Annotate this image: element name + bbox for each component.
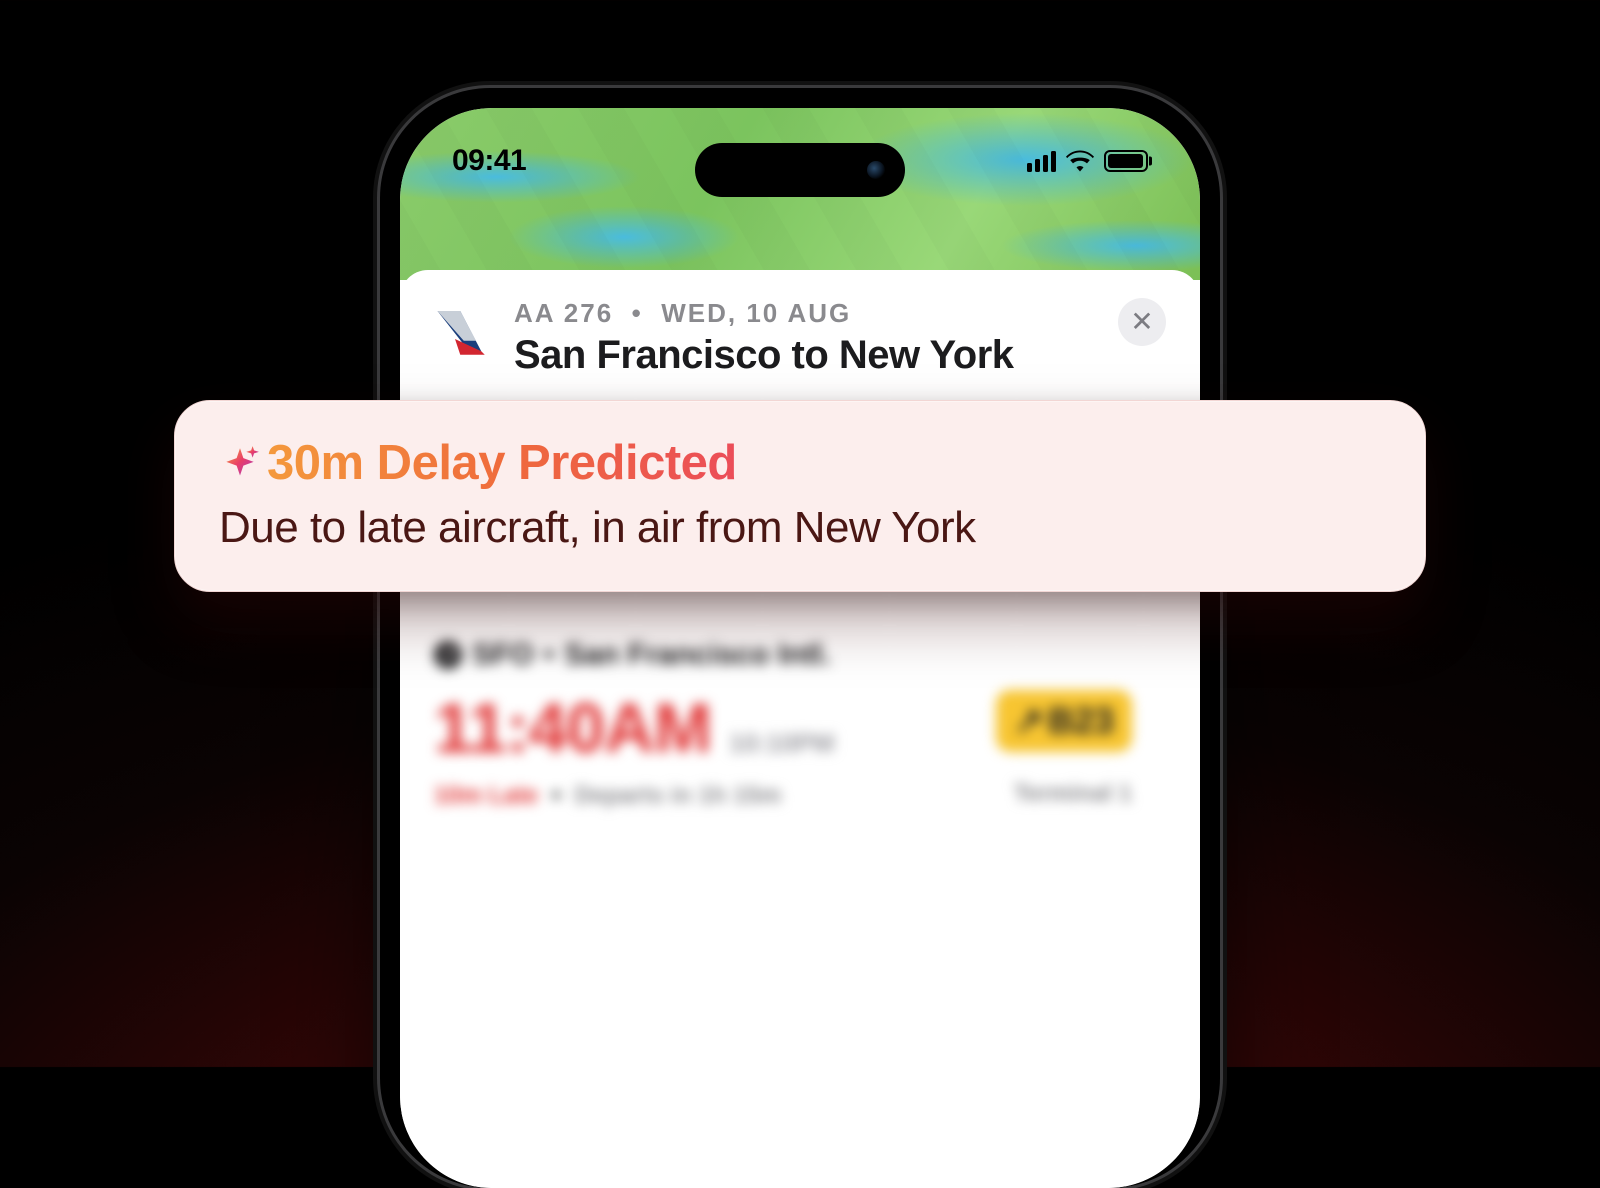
late-by: 10m Late: [434, 782, 538, 810]
battery-icon: [1104, 150, 1148, 172]
device-screen: 09:41: [400, 108, 1200, 1188]
prediction-reason: Due to late aircraft, in air from New Yo…: [219, 503, 1381, 553]
header-text: AA 276 • WED, 10 AUG San Francisco to Ne…: [514, 298, 1094, 378]
departure-airport-name: San Francisco Intl.: [564, 638, 831, 672]
delay-prediction-callout[interactable]: 30m Delay Predicted Due to late aircraft…: [174, 400, 1426, 592]
terminal-label: Terminal 1: [1014, 780, 1132, 808]
airline-logo-icon: [434, 304, 490, 360]
departure-time-original: 10:10PM: [729, 728, 835, 759]
flight-route: San Francisco to New York: [514, 333, 1094, 378]
departure-airport-line: ↗ SFO • San Francisco Intl.: [434, 638, 1166, 672]
close-icon: ✕: [1130, 308, 1153, 336]
meta-separator: •: [622, 298, 661, 328]
cellular-signal-icon: [1027, 151, 1056, 172]
gate-badge[interactable]: ↗ B23: [996, 690, 1132, 752]
flight-code: AA 276: [514, 298, 613, 328]
wifi-icon: [1066, 150, 1094, 172]
close-button[interactable]: ✕: [1118, 298, 1166, 346]
departure-time: 11:40AM: [434, 688, 711, 768]
card-header: AA 276 • WED, 10 AUG San Francisco to Ne…: [434, 298, 1166, 378]
sub-separator: •: [552, 782, 560, 810]
takeoff-icon: ↗: [434, 641, 462, 669]
flight-date: WED, 10 AUG: [661, 298, 851, 328]
sparkle-icon: [219, 442, 261, 484]
departs-in: Departs in 1h 15m: [574, 782, 781, 810]
prediction-headline-row: 30m Delay Predicted: [219, 435, 1381, 491]
departure-airport-code: SFO: [472, 638, 534, 672]
status-icons: [1027, 150, 1148, 172]
departure-section: ↗ SFO • San Francisco Intl. 11:40AM 10:1…: [434, 638, 1166, 810]
iphone-device: 09:41: [380, 88, 1220, 1188]
status-bar: 09:41: [400, 144, 1200, 178]
status-time: 09:41: [452, 144, 526, 178]
prediction-headline: 30m Delay Predicted: [267, 435, 737, 491]
gate-icon: ↗: [1014, 700, 1044, 742]
gate-code: B23: [1048, 700, 1114, 742]
airport-separator: •: [544, 638, 555, 672]
flight-meta: AA 276 • WED, 10 AUG: [514, 298, 1094, 329]
